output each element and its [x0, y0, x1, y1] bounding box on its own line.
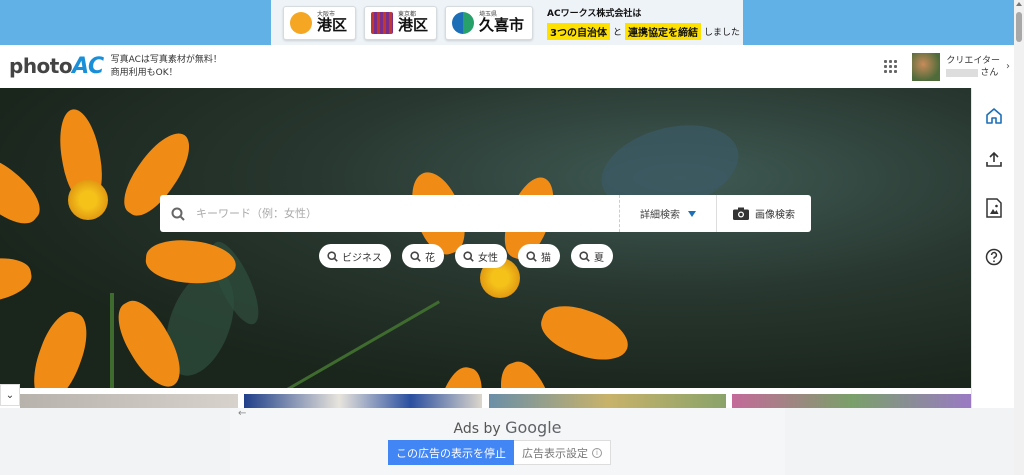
- image-search-button[interactable]: 画像検索: [716, 195, 811, 232]
- creator-suffix: さん: [980, 67, 999, 78]
- tokyo-emblem-icon: [371, 11, 394, 34]
- logo-text: photo: [9, 54, 73, 78]
- tagline-line2: 商用利用もOK！: [110, 67, 178, 78]
- help-icon: [985, 248, 1002, 266]
- hero-image: 詳細検索 画像検索 ビジネス 花 女性 猫 夏: [0, 88, 971, 388]
- google-label: Google: [505, 418, 562, 437]
- tagline-line1: 写真ACは写真素材が無料！: [110, 54, 222, 65]
- search-icon: [410, 250, 421, 262]
- city-name: 港区: [317, 16, 348, 34]
- apps-grid-icon[interactable]: [884, 59, 898, 74]
- tag-chip-woman[interactable]: 女性: [455, 244, 507, 268]
- tag-chip-flower[interactable]: 花: [402, 244, 444, 268]
- city-osaka-minato: 大阪市 港区: [283, 5, 357, 40]
- scroll-thumb[interactable]: [1016, 12, 1022, 42]
- tag-label: ビジネス: [342, 252, 382, 264]
- banner-highlight-2: 連携協定を締結: [625, 22, 702, 40]
- search-icon: [160, 207, 196, 221]
- creator-label: クリエイター: [946, 55, 1000, 66]
- right-rail: [971, 88, 1014, 408]
- osaka-emblem-icon: [290, 11, 312, 34]
- home-icon: [985, 108, 1002, 124]
- tag-chip-cat[interactable]: 猫: [518, 244, 560, 268]
- ads-by-google: Ads by Google: [230, 418, 785, 437]
- ad-settings-button[interactable]: 広告表示設定 i: [514, 440, 611, 465]
- ads-by-label: Ads by: [453, 421, 501, 437]
- creator-menu[interactable]: クリエイター さん: [946, 55, 1000, 79]
- city-tokyo-minato: 東京都 港区: [364, 5, 438, 40]
- tag-chip-summer[interactable]: 夏: [571, 244, 613, 268]
- tag-label: 夏: [594, 252, 604, 264]
- tagline: 写真ACは写真素材が無料！ 商用利用もOK！: [111, 54, 222, 80]
- home-button[interactable]: [972, 101, 1015, 131]
- photo-thumbnail[interactable]: [244, 394, 482, 408]
- search-input[interactable]: [196, 207, 619, 220]
- scroll-up-icon[interactable]: [1016, 2, 1022, 6]
- city-kuki: 埼玉県 久喜市: [445, 5, 534, 40]
- page-scrollbar[interactable]: [1014, 0, 1024, 475]
- city-name: 久喜市: [479, 16, 525, 34]
- banner-message-line1: ACワークス株式会社は: [547, 8, 642, 19]
- upload-button[interactable]: [972, 144, 1015, 174]
- tag-chip-business[interactable]: ビジネス: [319, 244, 391, 268]
- kuki-emblem-icon: [452, 11, 475, 34]
- google-ad-panel: ← Ads by Google この広告の表示を停止 広告表示設定 i: [230, 408, 785, 475]
- photo-grid-strip: [0, 388, 971, 408]
- photo-thumbnail[interactable]: [489, 394, 726, 408]
- chevron-down-icon: ⌄: [5, 389, 15, 401]
- advanced-search-label: 詳細検索: [640, 210, 680, 221]
- image-search-label: 画像検索: [755, 210, 795, 221]
- info-icon: i: [592, 447, 602, 458]
- banner-message: ACワークス株式会社は 3つの自治体 と 連携協定を締結 しました: [547, 6, 740, 40]
- search-icon: [526, 250, 537, 262]
- tag-label: 猫: [541, 252, 551, 264]
- ad-settings-label: 広告表示設定: [522, 446, 588, 460]
- help-button[interactable]: [972, 242, 1015, 272]
- advanced-search-button[interactable]: 詳細検索: [619, 195, 716, 232]
- chevron-right-icon[interactable]: ›: [1006, 61, 1010, 72]
- logo-accent: AC: [72, 54, 104, 79]
- image-file-button[interactable]: [972, 193, 1015, 223]
- avatar[interactable]: [912, 52, 941, 81]
- city-name: 港区: [398, 16, 429, 34]
- photo-thumbnail[interactable]: [732, 394, 971, 408]
- tag-label: 花: [425, 252, 435, 264]
- search-icon: [579, 250, 590, 262]
- username-blurred: [946, 68, 979, 77]
- search-icon: [327, 250, 338, 262]
- search-icon: [463, 250, 474, 262]
- search-bar: 詳細検索 画像検索: [160, 195, 811, 232]
- upload-icon: [985, 151, 1002, 167]
- top-banner: 大阪市 港区 東京都 港区 埼玉県 久喜市 ACワークス株式会社は 3つの自治体…: [0, 0, 1014, 45]
- stop-ad-button[interactable]: この広告の表示を停止: [388, 440, 514, 465]
- camera-icon: [733, 207, 749, 220]
- banner-message-end: しました: [704, 27, 741, 38]
- tag-label: 女性: [478, 252, 498, 264]
- popular-tags: ビジネス 花 女性 猫 夏: [319, 244, 613, 268]
- photoac-logo[interactable]: photo AC: [9, 54, 104, 79]
- collapse-toggle[interactable]: ⌄: [0, 384, 20, 406]
- caret-down-icon: [688, 210, 696, 217]
- photo-thumbnail[interactable]: [20, 394, 238, 408]
- banner-message-mid: と: [613, 27, 623, 38]
- image-file-icon: [985, 198, 1002, 218]
- site-header: photo AC 写真ACは写真素材が無料！ 商用利用もOK！ クリエイター さ…: [0, 45, 1014, 88]
- banner-ad[interactable]: 大阪市 港区 東京都 港区 埼玉県 久喜市 ACワークス株式会社は 3つの自治体…: [271, 0, 743, 45]
- banner-highlight-1: 3つの自治体: [547, 22, 611, 40]
